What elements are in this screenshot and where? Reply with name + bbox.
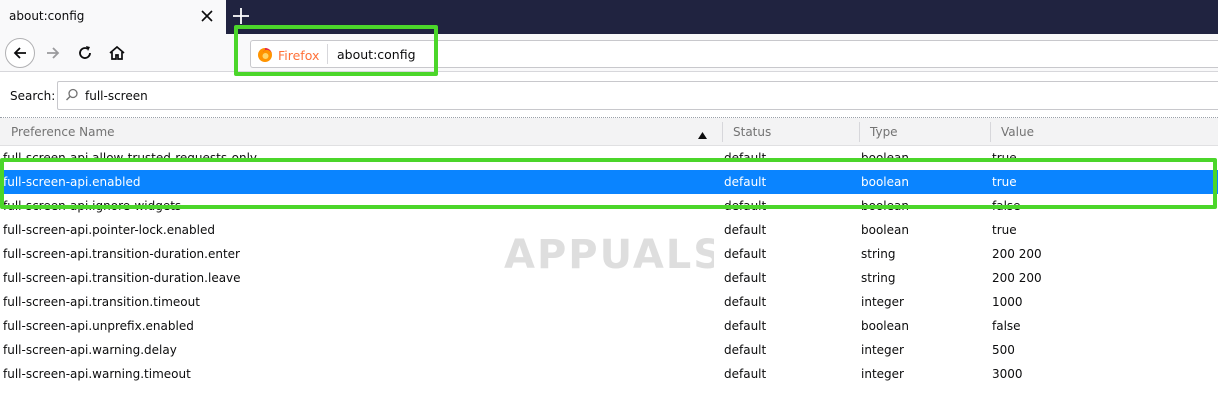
value-cell: 200 200 <box>992 271 1042 285</box>
table-row-selected[interactable]: full-screen-api.enabled default boolean tru… <box>0 170 1218 194</box>
preference-name-cell: full-screen-api.unprefix.enabled <box>3 319 194 333</box>
table-header: Preference Name Status Type Value <box>0 118 1218 146</box>
type-cell: boolean <box>861 223 909 237</box>
search-input[interactable]: full-screen <box>57 81 1218 110</box>
type-cell: boolean <box>861 175 909 189</box>
preference-name-cell: full-screen-api.transition-duration.leav… <box>3 271 241 285</box>
type-cell: integer <box>861 295 904 309</box>
preference-name-cell: full-screen-api.enabled <box>3 175 141 189</box>
home-icon <box>109 45 125 60</box>
table-row[interactable]: full-screen-api.ignore-widgets default boo… <box>0 194 1218 218</box>
type-cell: integer <box>861 343 904 357</box>
row-mask <box>0 161 1214 169</box>
status-cell: default <box>724 247 767 261</box>
search-label: Search: <box>10 89 56 103</box>
arrow-right-icon <box>47 47 60 59</box>
preference-name-cell: full-screen-api.warning.timeout <box>3 367 191 381</box>
search-row: Search: full-screen <box>0 76 1218 116</box>
firefox-logo-icon <box>258 48 272 62</box>
table-row[interactable]: full-screen-api.warning.delay default inte… <box>0 338 1218 362</box>
watermark-text: APPUALS <box>504 232 714 278</box>
status-cell: default <box>724 223 767 237</box>
value-cell: false <box>992 319 1021 333</box>
identity-separator <box>327 44 328 64</box>
preference-name-cell: full-screen-api.pointer-lock.enabled <box>3 223 215 237</box>
status-cell: default <box>724 271 767 285</box>
table-row[interactable]: full-screen-api.unprefix.enabled default b… <box>0 314 1218 338</box>
type-cell: boolean <box>861 319 909 333</box>
search-value: full-screen <box>85 89 148 103</box>
preference-name-cell: full-screen-api.transition-duration.ente… <box>3 247 240 261</box>
column-header-preference-name[interactable]: Preference Name <box>11 125 115 139</box>
status-cell: default <box>724 319 767 333</box>
type-cell: string <box>861 271 896 285</box>
identity-label: Firefox <box>278 47 320 63</box>
appuals-watermark-logo: APPUALS <box>504 232 714 278</box>
preference-name-cell: full-screen-api.ignore-widgets <box>3 199 182 213</box>
value-cell: 3000 <box>992 367 1023 381</box>
status-cell: default <box>724 367 767 381</box>
column-separator[interactable] <box>722 122 723 142</box>
home-button[interactable] <box>102 38 132 68</box>
sort-ascending-icon <box>698 128 707 139</box>
status-cell: default <box>724 199 767 213</box>
identity-box[interactable]: Firefox <box>257 46 319 64</box>
back-button[interactable] <box>5 38 35 68</box>
forward-button[interactable] <box>38 38 68 68</box>
status-cell: default <box>724 295 767 309</box>
url-text[interactable]: about:config <box>337 47 416 62</box>
type-cell: string <box>861 247 896 261</box>
value-cell: true <box>992 175 1017 189</box>
preference-name-cell: full-screen-api.warning.delay <box>3 343 177 357</box>
tab-title: about:config <box>9 9 85 23</box>
value-cell: 200 200 <box>992 247 1042 261</box>
column-header-value[interactable]: Value <box>1001 125 1034 139</box>
reload-button[interactable] <box>70 38 100 68</box>
reload-icon <box>79 46 91 59</box>
column-header-status[interactable]: Status <box>733 125 771 139</box>
tab-strip: about:config <box>0 0 1218 34</box>
status-cell: default <box>724 343 767 357</box>
value-cell: true <box>992 223 1017 237</box>
plus-icon[interactable] <box>230 5 252 27</box>
column-separator[interactable] <box>990 122 991 142</box>
value-cell: 1000 <box>992 295 1023 309</box>
type-cell: integer <box>861 367 904 381</box>
search-icon <box>65 88 79 102</box>
type-cell: boolean <box>861 199 909 213</box>
arrow-left-icon <box>13 47 26 59</box>
url-bar[interactable]: Firefox about:config <box>250 40 1218 68</box>
value-cell: 500 <box>992 343 1015 357</box>
tab-about-config[interactable]: about:config <box>0 0 226 34</box>
status-cell: default <box>724 175 767 189</box>
table-row[interactable]: full-screen-api.transition.timeout defaul… <box>0 290 1218 314</box>
close-icon[interactable] <box>198 7 216 25</box>
table-row[interactable]: full-screen-api.warning.timeout default in… <box>0 362 1218 386</box>
value-cell: false <box>992 199 1021 213</box>
column-separator[interactable] <box>859 122 860 142</box>
column-header-type[interactable]: Type <box>870 125 898 139</box>
preference-name-cell: full-screen-api.transition.timeout <box>3 295 200 309</box>
